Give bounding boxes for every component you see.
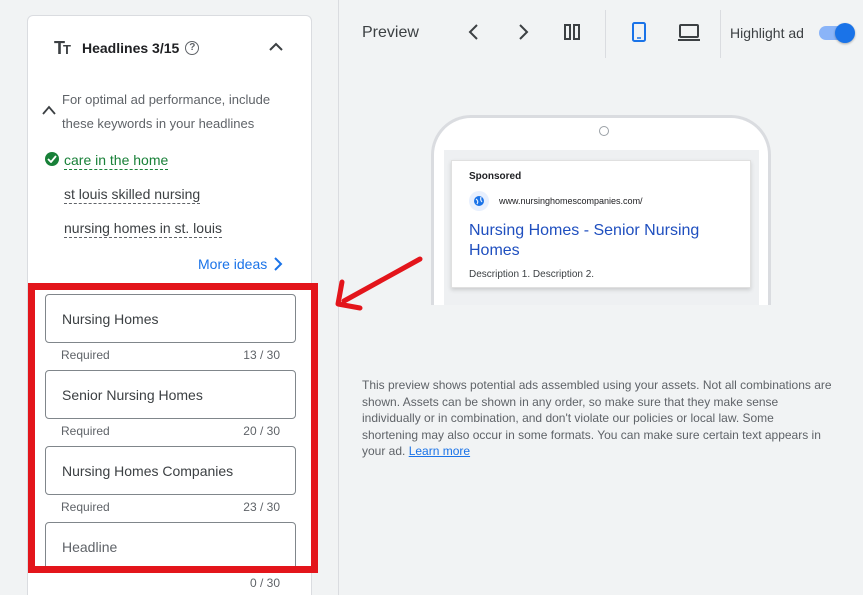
help-icon[interactable]: ?: [185, 41, 200, 55]
ad-display-url: www.nursinghomescompanies.com/: [499, 196, 643, 206]
phone-screen: Sponsored www.nursinghomescompanies.com/…: [444, 150, 759, 305]
columns-icon[interactable]: [562, 22, 582, 42]
toggle-knob: [835, 23, 855, 43]
camera-icon: [599, 126, 609, 136]
highlight-ad-label: Highlight ad: [730, 25, 804, 41]
keyword-nursing-homes-in-st-louis[interactable]: nursing homes in st. louis: [64, 219, 222, 238]
headline-2-count: 20 / 30: [243, 424, 280, 438]
headline-input-3[interactable]: Nursing Homes Companies: [45, 446, 296, 495]
headline-1-count: 13 / 30: [243, 348, 280, 362]
preview-toolbar: Preview Highlight ad: [338, 0, 863, 64]
toolbar-divider: [720, 10, 721, 58]
ad-headline[interactable]: Nursing Homes - Senior Nursing Homes: [469, 221, 729, 261]
learn-more-link[interactable]: Learn more: [409, 444, 470, 458]
chevron-up-icon[interactable]: [42, 104, 56, 116]
headlines-card: TT Headlines 3/15 ? For optimal ad perfo…: [27, 15, 312, 595]
headline-2-meta: Required 20 / 30: [61, 424, 280, 438]
headline-1-meta: Required 13 / 30: [61, 348, 280, 362]
sponsored-label: Sponsored: [469, 171, 522, 182]
chevron-left-icon[interactable]: [464, 22, 484, 42]
chevron-right-icon[interactable]: [513, 22, 533, 42]
preview-label: Preview: [362, 24, 419, 41]
headline-3-helper: Required: [61, 500, 110, 514]
annotation-arrow: [335, 256, 423, 311]
laptop-icon[interactable]: [677, 22, 701, 42]
more-ideas-label: More ideas: [198, 256, 268, 272]
chevron-right-icon: [274, 257, 283, 271]
headline-3-count: 23 / 30: [243, 500, 280, 514]
toolbar-divider: [605, 10, 606, 58]
headline-input-4[interactable]: Headline: [45, 522, 296, 571]
check-circle-icon: [45, 152, 59, 166]
globe-icon: [469, 191, 489, 211]
headlines-header: TT Headlines 3/15 ?: [54, 37, 200, 58]
headline-2-helper: Required: [61, 424, 110, 438]
headlines-title: Headlines 3/15: [82, 40, 180, 56]
preview-disclaimer: This preview shows potential ads assembl…: [362, 377, 832, 460]
headline-input-2[interactable]: Senior Nursing Homes: [45, 370, 296, 419]
keyword-care-in-the-home[interactable]: care in the home: [64, 151, 169, 170]
text-tt-icon: TT: [54, 37, 71, 58]
phone-frame: Sponsored www.nursinghomescompanies.com/…: [431, 115, 771, 305]
chevron-up-icon[interactable]: [269, 40, 283, 54]
headline-input-1[interactable]: Nursing Homes: [45, 294, 296, 343]
headline-1-helper: Required: [61, 348, 110, 362]
ad-description: Description 1. Description 2.: [469, 269, 595, 280]
ad-preview-card: Sponsored www.nursinghomescompanies.com/…: [451, 160, 751, 288]
mobile-icon[interactable]: [629, 22, 649, 42]
headline-4-count: 0 / 30: [249, 576, 280, 590]
headline-3-meta: Required 23 / 30: [61, 500, 280, 514]
keyword-st-louis-skilled-nursing[interactable]: st louis skilled nursing: [64, 185, 201, 204]
highlight-ad-toggle[interactable]: [819, 23, 855, 43]
keyword-suggestion-text: For optimal ad performance, include thes…: [62, 92, 271, 131]
more-ideas-button[interactable]: More ideas: [198, 256, 283, 272]
headline-4-meta: 0 / 30: [61, 576, 280, 590]
